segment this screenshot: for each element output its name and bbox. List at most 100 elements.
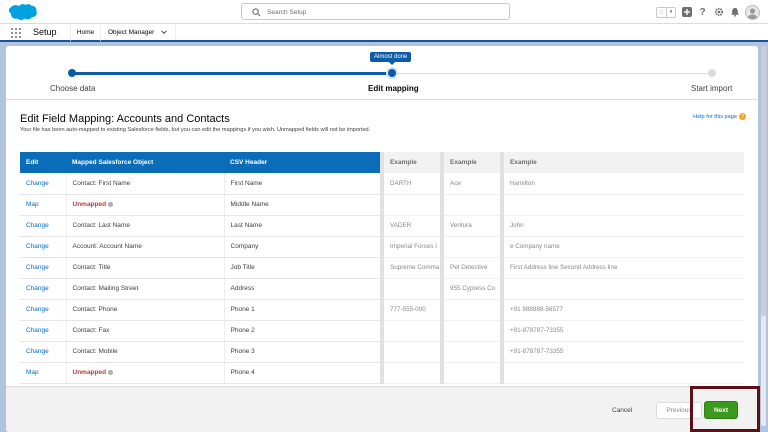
- tab-home-label: Home: [76, 28, 95, 36]
- csv-header-cell: Last Name: [223, 215, 380, 237]
- change-link[interactable]: Change: [20, 299, 66, 321]
- table-row: Change Contact: Mailing Street Address: [20, 278, 380, 300]
- bell-icon: [730, 8, 739, 17]
- example-cell: [500, 278, 744, 300]
- map-link[interactable]: Map: [20, 194, 66, 216]
- mapped-object-cell: Contact: Title: [65, 257, 224, 279]
- change-link[interactable]: Change: [20, 173, 66, 195]
- step-edit-mapping-marker[interactable]: [388, 69, 396, 77]
- change-link[interactable]: Change: [20, 257, 66, 279]
- help-for-this-page-link[interactable]: Help for this page ?: [693, 113, 746, 120]
- mapped-object-value: Contact: Title: [72, 264, 111, 271]
- example-cell: Imperial Forces I: [380, 236, 442, 258]
- salesforce-logo[interactable]: [6, 3, 38, 21]
- mapping-table-header-row: Edit Mapped Salesforce Object CSV Header: [20, 152, 380, 173]
- table-row: Change Contact: Title Job Title: [20, 257, 380, 279]
- example-cell: [500, 194, 744, 216]
- favorites-dropdown-icon[interactable]: ▾: [666, 7, 675, 17]
- tab-object-manager-label: Object Manager: [108, 28, 155, 36]
- table-row: [380, 194, 744, 216]
- table-row: Map Unmapped i Middle Name: [20, 194, 380, 216]
- setup-gear-button[interactable]: [713, 7, 724, 18]
- step-choose-data-marker[interactable]: [68, 69, 76, 77]
- next-button[interactable]: Next: [704, 401, 738, 419]
- example-cell: Pet Detective: [440, 257, 502, 279]
- change-link[interactable]: Change: [20, 236, 66, 258]
- change-link[interactable]: Change: [20, 320, 66, 342]
- table-row: Change Account: Account Name Company: [20, 236, 380, 258]
- table-row: VADER Ventura John: [380, 215, 744, 237]
- csv-header-cell: Phone 3: [223, 341, 380, 363]
- notifications-button[interactable]: [729, 7, 740, 18]
- page-scrollbar-thumb[interactable]: [761, 46, 766, 316]
- import-wizard-card: Choose data Edit mapping Start import Al…: [6, 46, 758, 432]
- csv-header-cell: Job Title: [223, 257, 380, 279]
- step-start-import-marker[interactable]: [708, 69, 716, 77]
- csv-header-cell: First Name: [223, 173, 380, 195]
- csv-header-cell: Company: [223, 236, 380, 258]
- mapped-object-cell: Contact: Last Name: [65, 215, 224, 237]
- example-data-table: Example Example Example DARTH Ace Hamilton…: [380, 152, 744, 384]
- example-cell: Supreme Comma: [380, 257, 442, 279]
- info-icon[interactable]: i: [108, 201, 114, 207]
- search-box[interactable]: [241, 3, 510, 20]
- app-name: Setup: [33, 27, 57, 37]
- mapped-object-value: Contact: Last Name: [72, 222, 130, 229]
- column-header-example-3: Example: [500, 152, 744, 173]
- example-cell: VADER: [380, 215, 442, 237]
- example-cell: +91-878787-73355: [500, 341, 744, 363]
- user-avatar[interactable]: [745, 4, 760, 20]
- table-row: Imperial Forces I e Company name: [380, 236, 744, 258]
- table-row: 955 Cypress Co: [380, 278, 744, 300]
- example-cell: 955 Cypress Co: [440, 278, 502, 300]
- wizard-footer: Cancel Previous: [6, 386, 758, 432]
- help-button[interactable]: ?: [697, 7, 708, 18]
- info-icon[interactable]: i: [108, 369, 114, 375]
- example-table-header-row: Example Example Example: [380, 152, 744, 173]
- tab-object-manager[interactable]: Object Manager: [102, 24, 176, 40]
- example-cell: Ace: [440, 173, 502, 195]
- help-link-label: Help for this page: [693, 113, 737, 120]
- csv-header-cell: Phone 2: [223, 320, 380, 342]
- mapped-object-value: Unmapped: [72, 369, 107, 376]
- example-cell: [500, 362, 744, 384]
- change-link[interactable]: Change: [20, 215, 66, 237]
- header-utility-icons: ☆ ▾ ?: [656, 3, 760, 21]
- progress-bar-remaining: [392, 73, 712, 74]
- column-header-example-1: Example: [380, 152, 442, 173]
- mapping-table-body: Change Contact: First Name First Name Map Un…: [20, 173, 380, 384]
- table-row: +91-878787-73355: [380, 341, 744, 363]
- example-cell: [380, 341, 442, 363]
- global-create-button[interactable]: [681, 7, 692, 18]
- column-header-example-2: Example: [440, 152, 502, 173]
- global-header: ☆ ▾ ?: [0, 0, 768, 24]
- example-cell: [440, 194, 502, 216]
- app-launcher-icon[interactable]: [11, 28, 21, 38]
- mapped-object-value: Contact: Mobile: [72, 348, 118, 355]
- help-glyph: ?: [699, 6, 706, 18]
- example-cell: [440, 362, 502, 384]
- step-edit-mapping-label: Edit mapping: [368, 84, 419, 93]
- mapped-object-cell: Contact: First Name: [65, 173, 224, 195]
- change-link[interactable]: Change: [20, 278, 66, 300]
- table-row: Change Contact: Mobile Phone 3: [20, 341, 380, 363]
- example-cell: 777-555-000: [380, 299, 442, 321]
- example-cell: [440, 299, 502, 321]
- mapped-object-cell: Account: Account Name: [65, 236, 224, 258]
- chevron-down-icon[interactable]: [161, 29, 167, 35]
- gear-icon: [714, 7, 723, 17]
- example-table-body: DARTH Ace Hamilton VADER Ventura John Imperial…: [380, 173, 744, 384]
- tab-home[interactable]: Home: [70, 24, 101, 42]
- favorites-group: ☆ ▾: [656, 6, 676, 18]
- step-choose-data-label: Choose data: [50, 84, 96, 93]
- map-link[interactable]: Map: [20, 362, 66, 384]
- star-icon[interactable]: ☆: [657, 8, 666, 17]
- change-link[interactable]: Change: [20, 341, 66, 363]
- search-input[interactable]: [267, 6, 497, 18]
- cancel-button[interactable]: Cancel: [612, 407, 632, 414]
- mapped-object-cell: Contact: Phone: [65, 299, 224, 321]
- example-cell: First Address line Second Address line: [500, 257, 744, 279]
- table-row: +91-878787-73355: [380, 320, 744, 342]
- step-start-import-label: Start import: [691, 84, 733, 93]
- example-cell: John: [500, 215, 744, 237]
